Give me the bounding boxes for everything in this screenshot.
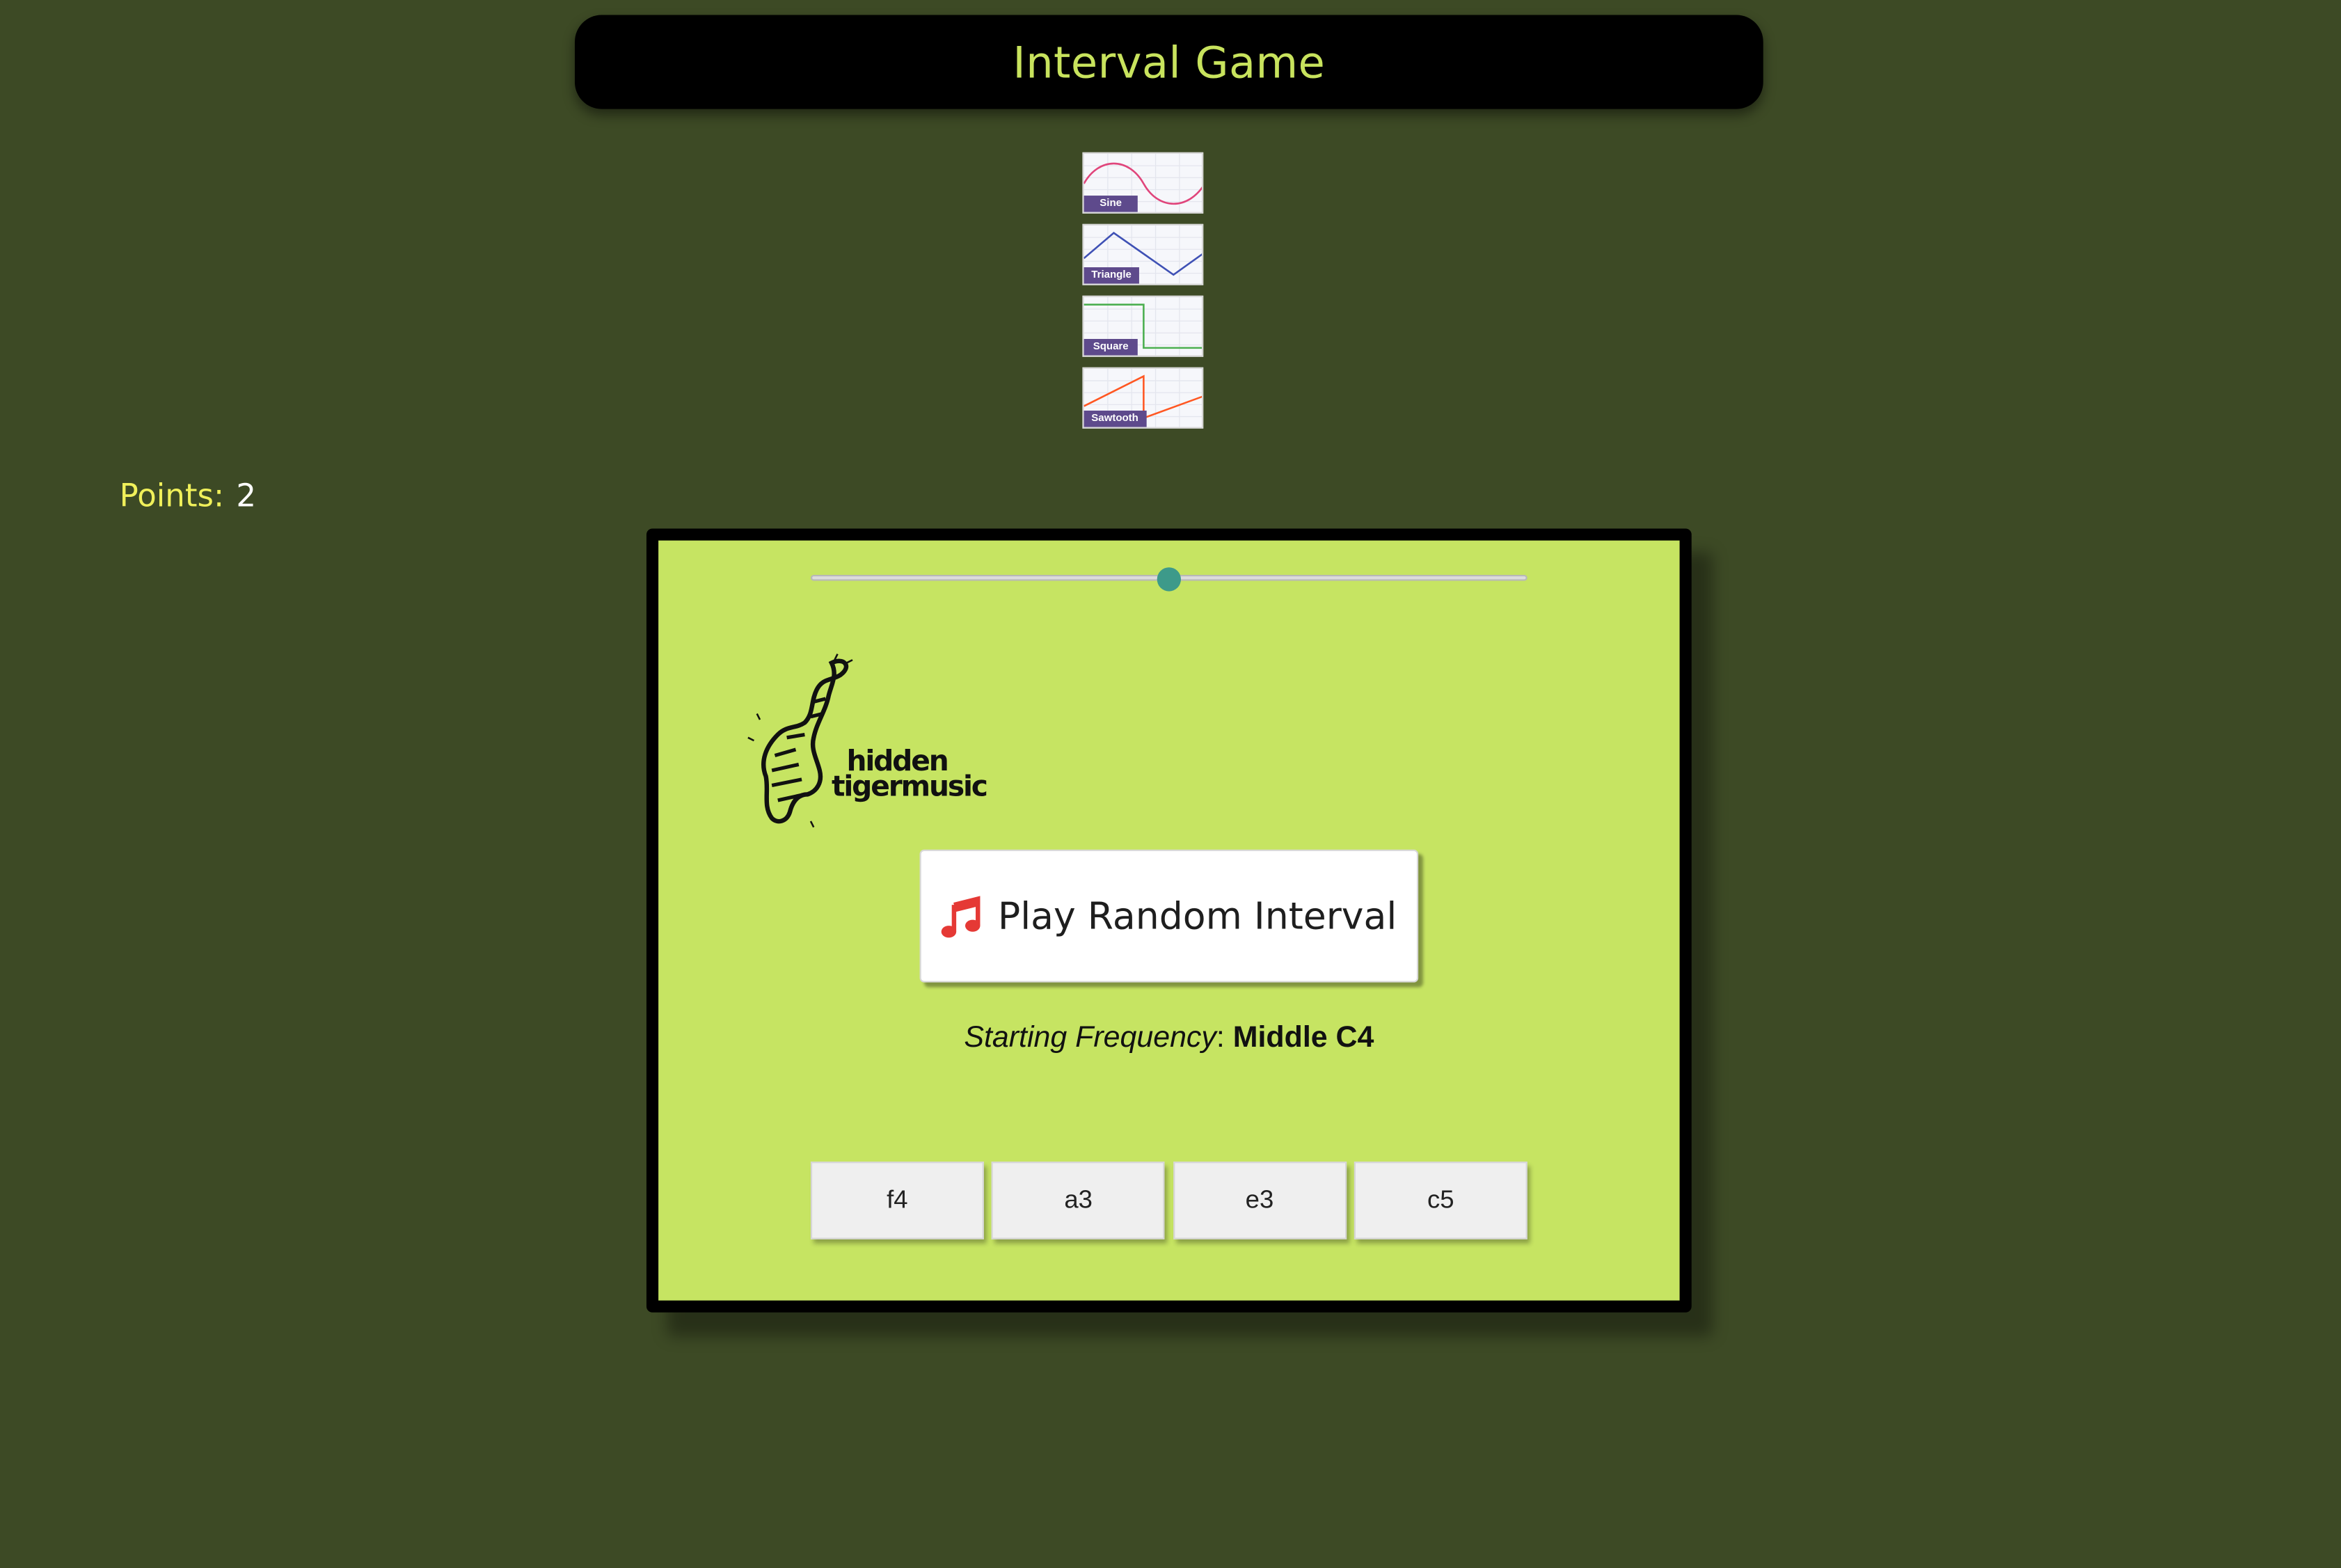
music-note-icon xyxy=(942,895,981,937)
starting-frequency-value: Middle C4 xyxy=(1232,1021,1374,1054)
waveform-button-square[interactable]: Square xyxy=(1082,295,1204,357)
waveform-button-triangle[interactable]: Triangle xyxy=(1082,223,1204,285)
page: Interval Game Sine Triangle Square Sawto… xyxy=(0,0,2341,1568)
starting-frequency-label: Starting Frequency xyxy=(964,1021,1216,1054)
waveform-label: Square xyxy=(1084,339,1138,356)
waveform-button-sawtooth[interactable]: Sawtooth xyxy=(1082,367,1204,429)
logo-text-tigermusic: tigermusic xyxy=(831,770,988,804)
answer-button[interactable]: e3 xyxy=(1173,1162,1347,1240)
waveform-label: Sine xyxy=(1084,196,1138,212)
waveform-label: Sawtooth xyxy=(1084,410,1146,427)
volume-slider-thumb[interactable] xyxy=(1157,567,1182,592)
play-random-interval-button[interactable]: Play Random Interval xyxy=(919,849,1419,983)
points-display: Points: 2 xyxy=(120,478,256,514)
starting-frequency: Starting Frequency: Middle C4 xyxy=(658,1021,1679,1055)
waveform-label: Triangle xyxy=(1084,267,1139,284)
waveform-button-sine[interactable]: Sine xyxy=(1082,152,1204,214)
page-title: Interval Game xyxy=(1013,36,1326,88)
answer-button[interactable]: f4 xyxy=(810,1162,984,1240)
play-button-label: Play Random Interval xyxy=(997,894,1397,938)
hidden-tiger-music-logo: hidden tigermusic xyxy=(745,651,992,830)
points-label: Points: xyxy=(119,477,225,514)
answer-button[interactable]: c5 xyxy=(1354,1162,1527,1240)
points-value: 2 xyxy=(236,477,257,514)
answer-button[interactable]: a3 xyxy=(992,1162,1166,1240)
header-bar: Interval Game xyxy=(574,15,1763,109)
answer-options: f4 a3 e3 c5 xyxy=(810,1162,1527,1240)
starting-frequency-separator: : xyxy=(1216,1021,1225,1054)
game-panel: hidden tigermusic Play Random Interval S… xyxy=(646,528,1692,1313)
waveform-selector: Sine Triangle Square Sawtooth xyxy=(1082,152,1205,439)
